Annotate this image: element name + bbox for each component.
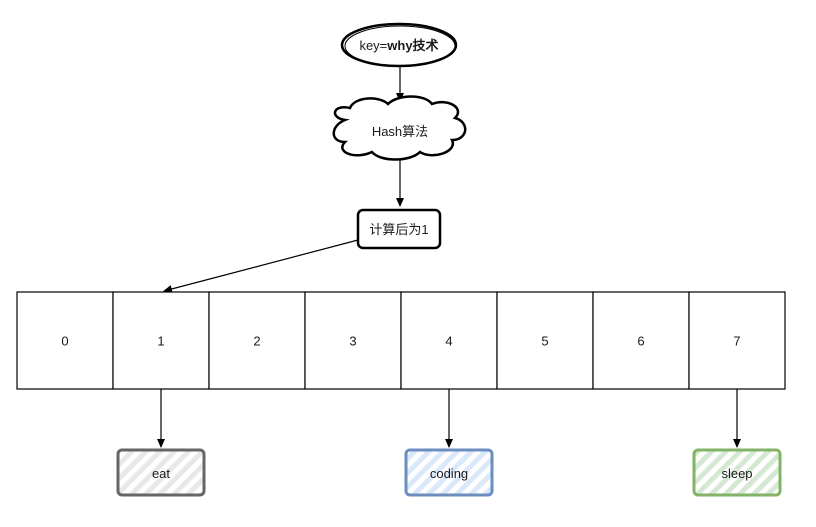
value-label: coding — [430, 466, 468, 481]
bucket-1[interactable]: 1 — [112, 291, 210, 390]
bucket-index: 2 — [253, 334, 260, 349]
bucket-5[interactable]: 5 — [496, 291, 594, 390]
bucket-2[interactable]: 2 — [208, 291, 306, 390]
svg-text:key=why技术: key=why技术 — [359, 38, 438, 53]
bucket-index: 1 — [157, 334, 164, 349]
bucket-index: 7 — [733, 334, 740, 349]
bucket-4[interactable]: 4 — [400, 291, 498, 390]
key-prefix: key= — [359, 38, 387, 53]
arrow-result-to-bucket — [163, 239, 359, 293]
bucket-array: 0 1 2 3 4 5 6 7 — [16, 291, 786, 390]
bucket-0[interactable]: 0 — [16, 291, 114, 390]
bucket-7[interactable]: 7 — [688, 291, 786, 390]
value-label: sleep — [721, 466, 752, 481]
value-nodes: eat coding sleep — [116, 389, 782, 497]
key-value: why技术 — [386, 38, 438, 53]
bucket-index: 0 — [61, 334, 68, 349]
bucket-3[interactable]: 3 — [304, 291, 402, 390]
result-node[interactable]: 计算后为1 — [356, 208, 442, 250]
bucket-index: 4 — [445, 334, 452, 349]
value-node-eat[interactable]: eat — [116, 448, 206, 497]
value-label: eat — [152, 466, 170, 481]
bucket-index: 3 — [349, 334, 356, 349]
bucket-index: 5 — [541, 334, 548, 349]
value-node-sleep[interactable]: sleep — [692, 448, 782, 497]
hash-diagram: key=why技术 Hash算法 计算后为1 0 1 2 3 4 5 6 7 eat codin… — [16, 22, 786, 497]
bucket-6[interactable]: 6 — [592, 291, 690, 390]
bucket-index: 6 — [637, 334, 644, 349]
result-label: 计算后为1 — [369, 222, 428, 237]
key-node[interactable]: key=why技术 — [340, 22, 458, 68]
value-node-coding[interactable]: coding — [404, 448, 494, 497]
hash-label: Hash算法 — [372, 124, 428, 139]
hash-node[interactable]: Hash算法 — [332, 95, 467, 161]
